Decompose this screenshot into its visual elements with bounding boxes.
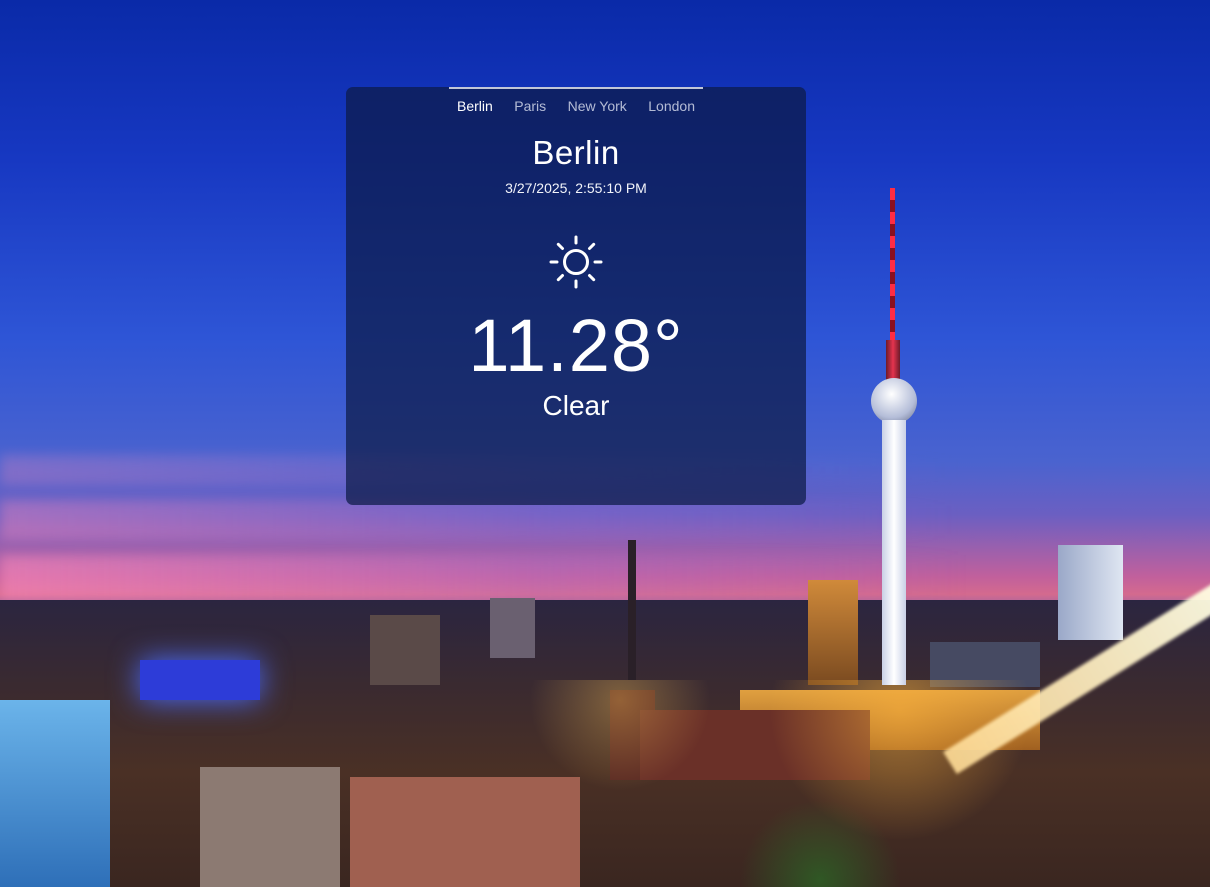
city-name: Berlin [532, 134, 620, 171]
city-tabs: Berlin Paris New York London [449, 87, 703, 123]
temperature: 11.28° [468, 304, 684, 387]
tab-berlin[interactable]: Berlin [449, 89, 501, 123]
sun-icon [548, 234, 604, 290]
tab-paris[interactable]: Paris [506, 89, 554, 123]
tab-london[interactable]: London [640, 89, 703, 123]
tab-new-york[interactable]: New York [560, 89, 635, 123]
weather-card: Berlin Paris New York London Berlin 3/27… [346, 87, 806, 505]
weather-condition: Clear [542, 390, 610, 421]
date-time: 3/27/2025, 2:55:10 PM [505, 180, 647, 196]
